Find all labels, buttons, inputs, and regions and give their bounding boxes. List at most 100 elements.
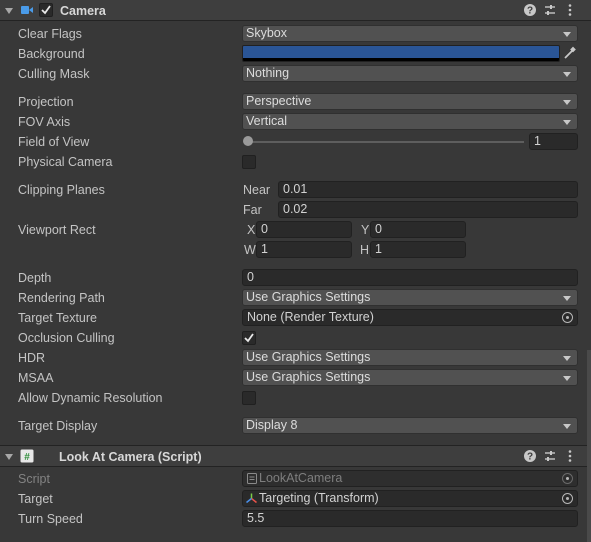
depth-label: Depth	[18, 271, 52, 285]
look-at-camera-component-header[interactable]: # Look At Camera (Script) ?	[0, 445, 591, 467]
dropdown-arrow-icon	[563, 296, 571, 301]
checkmark-icon	[244, 333, 254, 343]
rendering-path-dropdown[interactable]: Use Graphics Settings	[242, 289, 578, 306]
background-label: Background	[18, 47, 85, 61]
hdr-dropdown[interactable]: Use Graphics Settings	[242, 349, 578, 366]
dropdown-arrow-icon	[563, 72, 571, 77]
viewport-y-field[interactable]: 0	[370, 221, 466, 238]
clear-flags-label: Clear Flags	[18, 27, 82, 41]
hdr-value: Use Graphics Settings	[246, 350, 371, 364]
script-field: LookAtCamera	[242, 470, 578, 487]
presets-icon[interactable]	[543, 3, 557, 17]
turn-speed-label: Turn Speed	[18, 512, 83, 526]
script-icon: #	[20, 449, 34, 463]
viewport-w-field[interactable]: 1	[256, 241, 352, 258]
msaa-dropdown[interactable]: Use Graphics Settings	[242, 369, 578, 386]
dropdown-arrow-icon	[563, 356, 571, 361]
culling-mask-label: Culling Mask	[18, 67, 90, 81]
near-label: Near	[243, 183, 271, 197]
occlusion-culling-label: Occlusion Culling	[18, 331, 115, 345]
dropdown-arrow-icon	[563, 120, 571, 125]
svg-text:?: ?	[527, 6, 533, 17]
svg-text:?: ?	[527, 452, 533, 463]
fov-axis-dropdown[interactable]: Vertical	[242, 113, 578, 130]
depth-field[interactable]: 0	[242, 269, 578, 286]
foldout-arrow-icon[interactable]	[5, 8, 13, 14]
dropdown-arrow-icon	[563, 100, 571, 105]
object-picker-icon[interactable]	[562, 493, 573, 504]
camera-icon	[21, 6, 33, 14]
projection-label: Projection	[18, 95, 74, 109]
background-color-swatch	[243, 46, 559, 58]
viewport-h-label: H	[360, 243, 370, 257]
rendering-path-value: Use Graphics Settings	[246, 290, 371, 304]
allow-dynamic-resolution-label: Allow Dynamic Resolution	[18, 391, 163, 405]
target-texture-label: Target Texture	[18, 311, 97, 325]
camera-component-header[interactable]: Camera ?	[0, 0, 591, 21]
msaa-value: Use Graphics Settings	[246, 370, 371, 384]
allow-dynamic-resolution-checkbox[interactable]	[242, 391, 256, 405]
rendering-path-label: Rendering Path	[18, 291, 105, 305]
script-label: Script	[18, 472, 50, 486]
target-label: Target	[18, 492, 53, 506]
dropdown-arrow-icon	[563, 376, 571, 381]
target-field[interactable]: Targeting (Transform)	[242, 490, 578, 507]
inspector-scrollbar[interactable]	[587, 350, 591, 542]
fov-axis-value: Vertical	[246, 114, 287, 128]
help-icon[interactable]: ?	[523, 449, 537, 463]
hdr-label: HDR	[18, 351, 46, 365]
viewport-x-field[interactable]: 0	[256, 221, 352, 238]
culling-mask-value: Nothing	[246, 66, 290, 80]
script-file-icon	[247, 473, 257, 484]
fov-slider-track[interactable]	[248, 141, 524, 143]
presets-icon[interactable]	[543, 449, 557, 463]
physical-camera-checkbox[interactable]	[242, 155, 256, 169]
culling-mask-dropdown[interactable]: Nothing	[242, 65, 578, 82]
fov-axis-label: FOV Axis	[18, 115, 71, 129]
target-texture-field[interactable]: None (Render Texture)	[242, 309, 578, 326]
target-texture-value: None (Render Texture)	[247, 310, 374, 324]
help-icon[interactable]: ?	[523, 3, 537, 17]
fov-value-field[interactable]: 1	[529, 133, 578, 150]
component-title: Camera	[60, 4, 106, 18]
physical-camera-label: Physical Camera	[18, 155, 113, 169]
target-value: Targeting (Transform)	[259, 491, 379, 505]
target-display-value: Display 8	[246, 418, 298, 432]
script-value: LookAtCamera	[259, 471, 343, 485]
target-display-dropdown[interactable]: Display 8	[242, 417, 578, 434]
checkmark-icon	[41, 5, 51, 15]
viewport-x-label: X	[247, 223, 256, 237]
alpha-bar	[243, 58, 559, 61]
object-picker-icon	[562, 473, 573, 484]
field-of-view-label: Field of View	[18, 135, 90, 149]
viewport-h-field[interactable]: 1	[370, 241, 466, 258]
clear-flags-value: Skybox	[246, 26, 287, 40]
more-menu-icon[interactable]	[563, 3, 577, 17]
target-display-label: Target Display	[18, 419, 98, 433]
occlusion-culling-checkbox[interactable]	[242, 331, 256, 345]
clear-flags-dropdown[interactable]: Skybox	[242, 25, 578, 42]
viewport-w-label: W	[244, 243, 256, 257]
msaa-label: MSAA	[18, 371, 54, 385]
clipping-planes-label: Clipping Planes	[18, 183, 105, 197]
object-picker-icon[interactable]	[562, 312, 573, 323]
dropdown-arrow-icon	[563, 424, 571, 429]
eyedropper-icon[interactable]	[563, 46, 577, 60]
near-clip-field[interactable]: 0.01	[278, 181, 578, 198]
svg-text:#: #	[24, 452, 30, 463]
more-menu-icon[interactable]	[563, 449, 577, 463]
background-color-field[interactable]	[242, 45, 560, 62]
inspector-panel: Camera ? Clear Flags Skybox Background C	[0, 0, 591, 542]
viewport-rect-label: Viewport Rect	[18, 223, 96, 237]
transform-icon	[246, 493, 257, 504]
projection-dropdown[interactable]: Perspective	[242, 93, 578, 110]
foldout-arrow-icon[interactable]	[5, 454, 13, 460]
viewport-y-label: Y	[361, 223, 370, 237]
turn-speed-field[interactable]: 5.5	[242, 510, 578, 527]
dropdown-arrow-icon	[563, 32, 571, 37]
far-clip-field[interactable]: 0.02	[278, 201, 578, 218]
fov-slider-thumb[interactable]	[243, 136, 253, 146]
component-title: Look At Camera (Script)	[59, 450, 202, 464]
far-label: Far	[243, 203, 262, 217]
component-enabled-checkbox[interactable]	[39, 3, 53, 17]
